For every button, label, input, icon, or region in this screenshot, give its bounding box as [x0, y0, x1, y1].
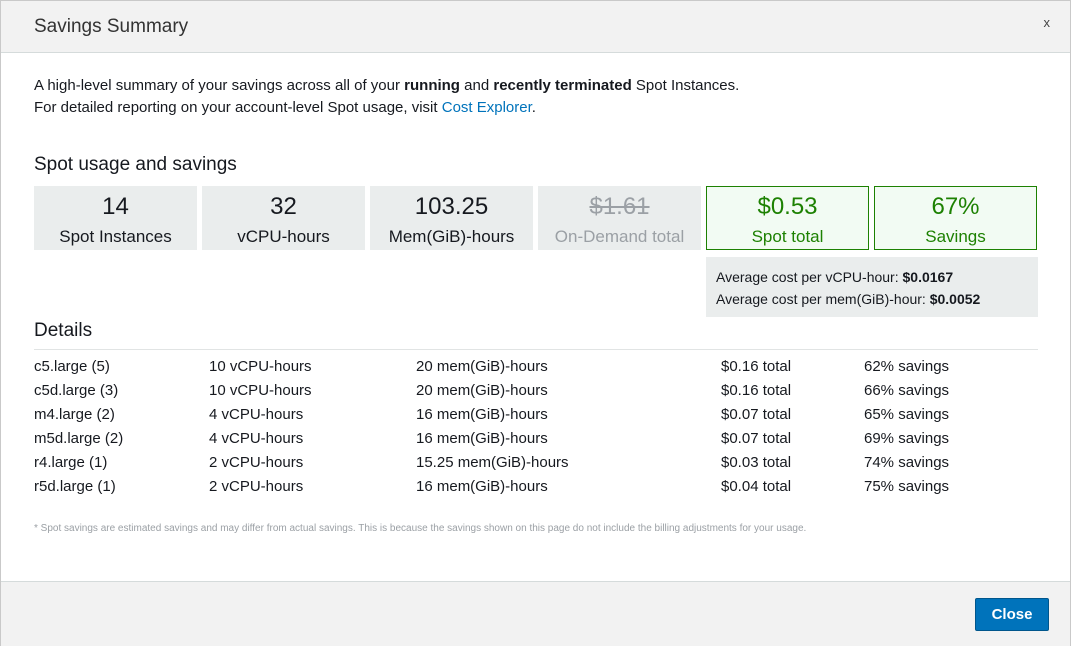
tile-value: $1.61: [589, 193, 650, 220]
intro-text: A high-level summary of your savings acr…: [34, 75, 739, 119]
details-row: r4.large (1) 2 vCPU-hours 15.25 mem(GiB)…: [1, 451, 1071, 475]
tile-value: 67%: [931, 193, 980, 220]
vcpu-hours: 2 vCPU-hours: [209, 454, 304, 471]
details-section-title: Details: [34, 320, 93, 341]
details-row: c5.large (5) 10 vCPU-hours 20 mem(GiB)-h…: [1, 355, 1071, 379]
total-cost: $0.04 total: [721, 478, 792, 495]
details-row: r5d.large (1) 2 vCPU-hours 16 mem(GiB)-h…: [1, 475, 1071, 499]
savings-footnote: * Spot savings are estimated savings and…: [34, 523, 807, 534]
mem-hours: 16 mem(GiB)-hours: [416, 430, 548, 447]
savings-percent: 69% savings: [864, 430, 950, 447]
modal-footer: Close: [1, 581, 1070, 646]
savings-percent: 62% savings: [864, 358, 950, 375]
tile-value: 32: [270, 193, 297, 220]
instance-type: r5d.large (1): [34, 478, 116, 495]
tile-label: On-Demand total: [554, 227, 685, 246]
mem-hours: 16 mem(GiB)-hours: [416, 406, 548, 423]
tile-label: Mem(GiB)-hours: [388, 227, 515, 246]
instance-type: r4.large (1): [34, 454, 108, 471]
details-row: m5d.large (2) 4 vCPU-hours 16 mem(GiB)-h…: [1, 427, 1071, 451]
tile-label: Spot total: [751, 227, 824, 246]
vcpu-hours: 2 vCPU-hours: [209, 478, 304, 495]
details-row: m4.large (2) 4 vCPU-hours 16 mem(GiB)-ho…: [1, 403, 1071, 427]
tile-label: Savings: [925, 227, 986, 246]
total-cost: $0.07 total: [721, 406, 792, 423]
modal-title: Savings Summary: [34, 16, 189, 37]
details-row: c5d.large (3) 10 vCPU-hours 20 mem(GiB)-…: [1, 379, 1071, 403]
tile-spot-instances: 14 Spot Instances: [34, 186, 197, 250]
average-cost-box: Average cost per vCPU-hour: $0.0167 Aver…: [706, 257, 1038, 317]
tile-value: 14: [102, 193, 129, 220]
total-cost: $0.16 total: [721, 382, 792, 399]
close-icon[interactable]: x: [1044, 15, 1051, 31]
tile-savings: 67% Savings: [874, 186, 1037, 250]
total-cost: $0.07 total: [721, 430, 792, 447]
vcpu-hours: 10 vCPU-hours: [209, 382, 312, 399]
savings-percent: 75% savings: [864, 478, 950, 495]
mem-hours: 20 mem(GiB)-hours: [416, 358, 548, 375]
instance-type: m4.large (2): [34, 406, 115, 423]
intro-line-1: A high-level summary of your savings acr…: [34, 77, 740, 94]
avg-vcpu-cost: Average cost per vCPU-hour: $0.0167: [716, 269, 954, 285]
tile-value: $0.53: [757, 193, 818, 220]
close-button[interactable]: Close: [975, 598, 1049, 631]
vcpu-hours: 4 vCPU-hours: [209, 430, 304, 447]
tile-label: vCPU-hours: [237, 227, 330, 246]
usage-section-title: Spot usage and savings: [34, 154, 237, 175]
tile-vcpu-hours: 32 vCPU-hours: [202, 186, 365, 250]
vcpu-hours: 10 vCPU-hours: [209, 358, 312, 375]
avg-mem-cost: Average cost per mem(GiB)-hour: $0.0052: [716, 291, 981, 307]
mem-hours: 15.25 mem(GiB)-hours: [416, 454, 569, 471]
instance-type: c5.large (5): [34, 358, 110, 375]
tile-value: 103.25: [414, 193, 489, 220]
instance-type: c5d.large (3): [34, 382, 119, 399]
modal-header: Savings Summary x: [1, 1, 1070, 53]
instance-type: m5d.large (2): [34, 430, 124, 447]
mem-hours: 20 mem(GiB)-hours: [416, 382, 548, 399]
total-cost: $0.03 total: [721, 454, 792, 471]
tile-label: Spot Instances: [59, 227, 172, 246]
savings-percent: 65% savings: [864, 406, 950, 423]
savings-percent: 74% savings: [864, 454, 950, 471]
total-cost: $0.16 total: [721, 358, 792, 375]
savings-summary-modal: Savings Summary x A high-level summary o…: [0, 0, 1071, 646]
tile-on-demand-total: $1.61 On-Demand total: [538, 186, 701, 250]
intro-line-2: For detailed reporting on your account-l…: [34, 99, 536, 116]
cost-explorer-link[interactable]: Cost Explorer: [442, 99, 532, 116]
details-divider: [34, 349, 1038, 350]
tile-mem-hours: 103.25 Mem(GiB)-hours: [370, 186, 533, 250]
mem-hours: 16 mem(GiB)-hours: [416, 478, 548, 495]
savings-percent: 66% savings: [864, 382, 950, 399]
tile-spot-total: $0.53 Spot total: [706, 186, 869, 250]
vcpu-hours: 4 vCPU-hours: [209, 406, 304, 423]
